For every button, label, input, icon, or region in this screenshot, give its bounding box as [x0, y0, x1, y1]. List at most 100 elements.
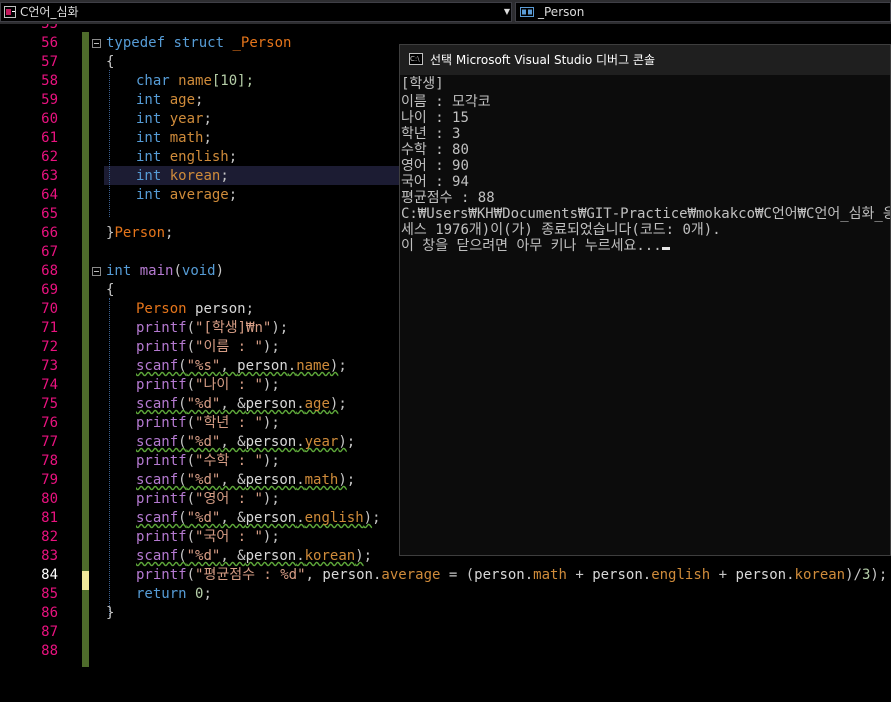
keyword: int: [136, 130, 162, 146]
collapse-icon[interactable]: [92, 267, 101, 276]
keyword: int: [106, 263, 132, 279]
string-literal: "이름 : ": [195, 339, 263, 355]
variable: person: [195, 301, 246, 317]
code-line-69: {: [106, 281, 114, 300]
code-line-79: scanf("%d", &person.math);: [136, 472, 356, 488]
code-line-71: printf("[학생]₩n");: [136, 320, 289, 336]
member: age: [169, 92, 196, 108]
code-line-66: }Person;: [106, 224, 173, 243]
member: math: [304, 472, 339, 488]
function-call: printf: [136, 567, 187, 583]
code-line-72: printf("이름 : ");: [136, 339, 280, 355]
member: age: [304, 396, 330, 412]
console-title-bar[interactable]: C:\ 선택 Microsoft Visual Studio 디버그 콘솔: [400, 45, 890, 75]
function-call: scanf: [136, 548, 179, 564]
type-name: Person: [114, 225, 166, 241]
type-name: Person: [136, 301, 187, 317]
keyword: int: [136, 187, 162, 203]
function-call: printf: [136, 453, 187, 469]
function-call: scanf: [136, 358, 179, 374]
semicolon: ;: [245, 301, 255, 317]
keyword: int: [136, 168, 162, 184]
code-line-85: return 0;: [136, 585, 212, 604]
line-number-current: 84: [41, 567, 58, 583]
chevron-down-icon[interactable]: ▼: [501, 3, 513, 21]
unsaved-change-marker: [82, 571, 89, 590]
code-line-82: printf("국어 : ");: [136, 529, 280, 545]
semicolon: ;: [220, 168, 229, 184]
keyword: typedef: [106, 35, 166, 51]
console-line: 영어 : 90: [401, 158, 469, 174]
line-number: 75: [41, 396, 58, 412]
function-call: scanf: [136, 510, 179, 526]
debug-console-window[interactable]: C:\ 선택 Microsoft Visual Studio 디버그 콘솔 [학…: [399, 44, 891, 556]
line-number: 65: [41, 206, 58, 222]
string-literal: "학년 : ": [195, 415, 263, 431]
variable: person: [245, 548, 297, 564]
function-call: printf: [136, 377, 187, 393]
semicolon: ;: [203, 111, 212, 127]
variable: person: [245, 510, 297, 526]
member: korean: [169, 168, 221, 184]
function-call: printf: [136, 339, 187, 355]
member: english: [304, 510, 364, 526]
string-literal: "%d": [186, 434, 221, 450]
line-number: 67: [41, 244, 58, 260]
member: name: [296, 358, 330, 374]
code-line-64: int average;: [136, 186, 237, 205]
member-dropdown[interactable]: _Person: [515, 2, 891, 22]
member: english: [169, 149, 229, 165]
function-call: printf: [136, 320, 187, 336]
line-number: 60: [41, 111, 58, 127]
line-number: 70: [41, 301, 58, 317]
keyword: int: [136, 111, 162, 127]
member: korean: [794, 567, 846, 583]
line-number: 72: [41, 339, 58, 355]
indent-guide: [109, 298, 110, 616]
scope-label: C언어_심화: [20, 5, 79, 19]
line-number: 57: [41, 54, 58, 70]
keyword: char: [136, 73, 170, 89]
line-number: 61: [41, 130, 58, 146]
line-number: 83: [41, 548, 58, 564]
semicolon: ;: [203, 130, 212, 146]
function-call: printf: [136, 415, 187, 431]
line-number: 79: [41, 472, 58, 488]
line-number: 78: [41, 453, 58, 469]
console-line: 국어 : 94: [401, 174, 469, 190]
console-line: 이름 : 모각코: [401, 94, 491, 110]
member: korean: [304, 548, 356, 564]
line-number: 80: [41, 491, 58, 507]
line-number: 59: [41, 92, 58, 108]
code-line-86: }: [106, 604, 114, 623]
string-literal: "%d": [186, 396, 221, 412]
navigation-bar: C언어_심화 ▼ _Person: [0, 0, 891, 24]
code-line-60: int year;: [136, 110, 212, 129]
variable: person: [735, 567, 787, 583]
code-line-78: printf("수학 : ");: [136, 453, 280, 469]
line-number: 68: [41, 263, 58, 279]
semicolon: ;: [203, 586, 212, 602]
keyword: struct: [173, 35, 225, 51]
string-literal: "평균점수 : %d": [195, 567, 306, 583]
line-number: 77: [41, 434, 58, 450]
function-call: scanf: [136, 396, 179, 412]
collapse-icon[interactable]: [92, 39, 101, 48]
scope-dropdown[interactable]: C언어_심화 ▼: [0, 2, 512, 22]
member: name: [178, 73, 212, 89]
member: average: [381, 567, 441, 583]
array-size: [10];: [211, 73, 255, 89]
member: english: [651, 567, 711, 583]
code-line-70: Person person;: [136, 300, 254, 319]
console-line: C:₩Users₩KH₩Documents₩GIT-Practice₩mokak…: [401, 206, 891, 222]
line-number: 82: [41, 529, 58, 545]
brace: {: [106, 54, 115, 70]
number-literal: 3: [861, 567, 871, 583]
console-line: 평균점수 : 88: [401, 190, 495, 206]
line-number: 55: [41, 24, 58, 32]
code-line-84: printf("평균점수 : %d", person.average = (pe…: [136, 567, 888, 583]
string-literal: "국어 : ": [195, 529, 263, 545]
line-number: 88: [41, 643, 58, 659]
keyword: return: [136, 586, 187, 602]
code-line-57: {: [106, 53, 114, 72]
